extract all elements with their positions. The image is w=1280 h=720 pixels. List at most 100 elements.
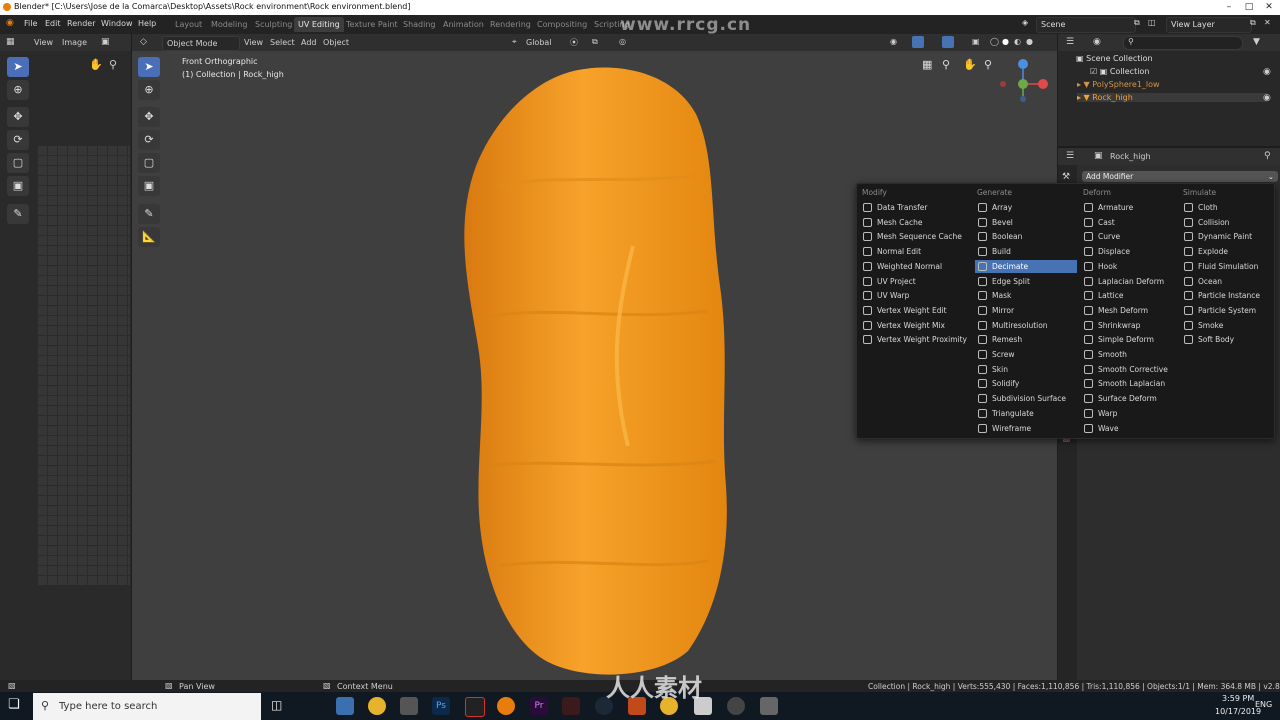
image-browse-icon[interactable]: ▣ — [101, 37, 110, 47]
modifier-uv-project[interactable]: UV Project — [860, 275, 970, 288]
grid-view-icon[interactable]: ▦ — [922, 58, 932, 71]
solid-shading-icon[interactable]: ● — [1002, 37, 1009, 46]
tab-compositing[interactable]: Compositing — [533, 17, 591, 32]
modifier-mask[interactable]: Mask — [975, 289, 1077, 302]
display-mode-icon[interactable]: ◉ — [1093, 37, 1101, 47]
close-icon[interactable]: ✕ — [1262, 1, 1276, 14]
modifier-hook[interactable]: Hook — [1081, 260, 1179, 273]
modifier-mesh-deform[interactable]: Mesh Deform — [1081, 304, 1179, 317]
vp-rotate-icon[interactable]: ⟳ — [138, 130, 160, 150]
photoshop-icon[interactable]: Ps — [432, 697, 450, 715]
view-layer-new-icon[interactable]: ⧉ — [1250, 18, 1256, 28]
proportional-edit-icon[interactable]: ◎ — [619, 37, 626, 46]
scene-selector[interactable]: Scene — [1036, 17, 1136, 33]
modifier-particle-instance[interactable]: Particle Instance — [1181, 289, 1269, 302]
modifier-ocean[interactable]: Ocean — [1181, 275, 1269, 288]
pivot-icon[interactable]: ⦿ — [570, 37, 578, 48]
modifier-vertex-weight-edit[interactable]: Vertex Weight Edit — [860, 304, 970, 317]
vp-select-box-icon[interactable]: ➤ — [138, 57, 160, 77]
material-shading-icon[interactable]: ◐ — [1014, 37, 1021, 46]
modifier-remesh[interactable]: Remesh — [975, 333, 1077, 346]
vp-menu-view[interactable]: View — [244, 38, 263, 47]
modifier-mirror[interactable]: Mirror — [975, 304, 1077, 317]
xray-icon[interactable]: ▣ — [972, 37, 980, 46]
scene-new-icon[interactable]: ⧉ — [1134, 18, 1140, 28]
vp-move-icon[interactable]: ✥ — [138, 107, 160, 127]
modifier-vertex-weight-mix[interactable]: Vertex Weight Mix — [860, 319, 970, 332]
modifier-subdivision-surface[interactable]: Subdivision Surface — [975, 392, 1077, 405]
mode-selector[interactable]: Object Mode — [162, 36, 240, 51]
modifier-soft-body[interactable]: Soft Body — [1181, 333, 1269, 346]
modifier-triangulate[interactable]: Triangulate — [975, 407, 1077, 420]
modifier-smooth-laplacian[interactable]: Smooth Laplacian — [1081, 377, 1179, 390]
outliner-type-icon[interactable]: ☰ — [1066, 37, 1074, 47]
chrome-icon[interactable] — [368, 697, 386, 715]
task-view-icon[interactable]: ◫ — [271, 698, 282, 712]
modifier-edge-split[interactable]: Edge Split — [975, 275, 1077, 288]
modifier-wave[interactable]: Wave — [1081, 422, 1179, 435]
vp-annotate-icon[interactable]: ✎ — [138, 204, 160, 224]
vp-menu-object[interactable]: Object — [323, 38, 349, 47]
menu-help[interactable]: Help — [138, 19, 156, 28]
visibility-icon[interactable]: ◉ — [890, 37, 897, 46]
modifier-surface-deform[interactable]: Surface Deform — [1081, 392, 1179, 405]
properties-type-icon[interactable]: ☰ — [1066, 151, 1074, 161]
blender-menu-icon[interactable]: ◉ — [6, 18, 14, 28]
modifier-fluid-simulation[interactable]: Fluid Simulation — [1181, 260, 1269, 273]
modifier-data-transfer[interactable]: Data Transfer — [860, 201, 970, 214]
menu-window[interactable]: Window — [101, 19, 133, 28]
modifier-weighted-normal[interactable]: Weighted Normal — [860, 260, 970, 273]
rotate-icon[interactable]: ⟳ — [7, 130, 29, 150]
modifier-uv-warp[interactable]: UV Warp — [860, 289, 970, 302]
modifier-cast[interactable]: Cast — [1081, 216, 1179, 229]
gizmo-toggle-icon[interactable] — [912, 36, 924, 48]
move-icon[interactable]: ✥ — [7, 107, 29, 127]
vp-menu-select[interactable]: Select — [270, 38, 295, 47]
modifier-vertex-weight-proximity[interactable]: Vertex Weight Proximity — [860, 333, 970, 346]
pan-hand-icon[interactable]: ✋ — [963, 58, 977, 71]
rock-high-object[interactable] — [458, 66, 734, 680]
tab-uv-editing[interactable]: UV Editing — [294, 17, 344, 32]
pin-icon[interactable]: ⚲ — [1264, 151, 1271, 161]
add-modifier-button[interactable]: Add Modifier ⌄ — [1082, 171, 1278, 182]
orientation-selector[interactable]: Global — [526, 38, 552, 47]
modifier-shrinkwrap[interactable]: Shrinkwrap — [1081, 319, 1179, 332]
vp-measure-icon[interactable]: 📐 — [138, 227, 160, 247]
annotate-icon[interactable]: ✎ — [7, 204, 29, 224]
modifier-dynamic-paint[interactable]: Dynamic Paint — [1181, 230, 1269, 243]
modifier-laplacian-deform[interactable]: Laplacian Deform — [1081, 275, 1179, 288]
modifier-lattice[interactable]: Lattice — [1081, 289, 1179, 302]
modifier-skin[interactable]: Skin — [975, 363, 1077, 376]
modifier-decimate[interactable]: Decimate — [975, 259, 1077, 273]
modifier-array[interactable]: Array — [975, 201, 1077, 214]
blender-taskbar-icon[interactable] — [497, 697, 515, 715]
modifier-explode[interactable]: Explode — [1181, 245, 1269, 258]
uv-hand-icon[interactable]: ✋ — [89, 58, 103, 71]
tab-rendering[interactable]: Rendering — [486, 17, 535, 32]
overlay-toggle-icon[interactable] — [942, 36, 954, 48]
modifier-bevel[interactable]: Bevel — [975, 216, 1077, 229]
rendered-shading-icon[interactable]: ● — [1026, 37, 1033, 46]
outliner-item-rock-high[interactable]: ▸ ▼ Rock_high — [1077, 93, 1267, 102]
cursor-icon[interactable]: ⊕ — [7, 80, 29, 100]
modifier-screw[interactable]: Screw — [975, 348, 1077, 361]
tab-sculpting[interactable]: Sculpting — [251, 17, 296, 32]
vp-cursor-icon[interactable]: ⊕ — [138, 80, 160, 100]
maximize-icon[interactable]: □ — [1242, 1, 1256, 14]
scale-icon[interactable]: ▢ — [7, 153, 29, 173]
tab-texture-paint[interactable]: Texture Paint — [342, 17, 402, 32]
editor-type-icon[interactable]: ▦ — [6, 37, 15, 47]
outliner-collection[interactable]: ☑ ▣ Collection — [1090, 67, 1149, 76]
modifier-collision[interactable]: Collision — [1181, 216, 1269, 229]
viewport-editor-type-icon[interactable]: ◇ — [140, 37, 147, 47]
camera-view-icon[interactable]: ⚲ — [942, 58, 950, 71]
eye-icon-rock[interactable]: ◉ — [1263, 93, 1271, 103]
modifier-boolean[interactable]: Boolean — [975, 230, 1077, 243]
vp-transform-icon[interactable]: ▣ — [138, 176, 160, 196]
modifier-mesh-sequence-cache[interactable]: Mesh Sequence Cache — [860, 230, 970, 243]
minimize-icon[interactable]: – — [1222, 1, 1236, 14]
taskbar-app-14-icon[interactable] — [760, 697, 778, 715]
outliner-item-polysphere[interactable]: ▸ ▼ PolySphere1_low — [1077, 80, 1160, 89]
modifier-mesh-cache[interactable]: Mesh Cache — [860, 216, 970, 229]
taskbar-app-3-icon[interactable] — [400, 697, 418, 715]
